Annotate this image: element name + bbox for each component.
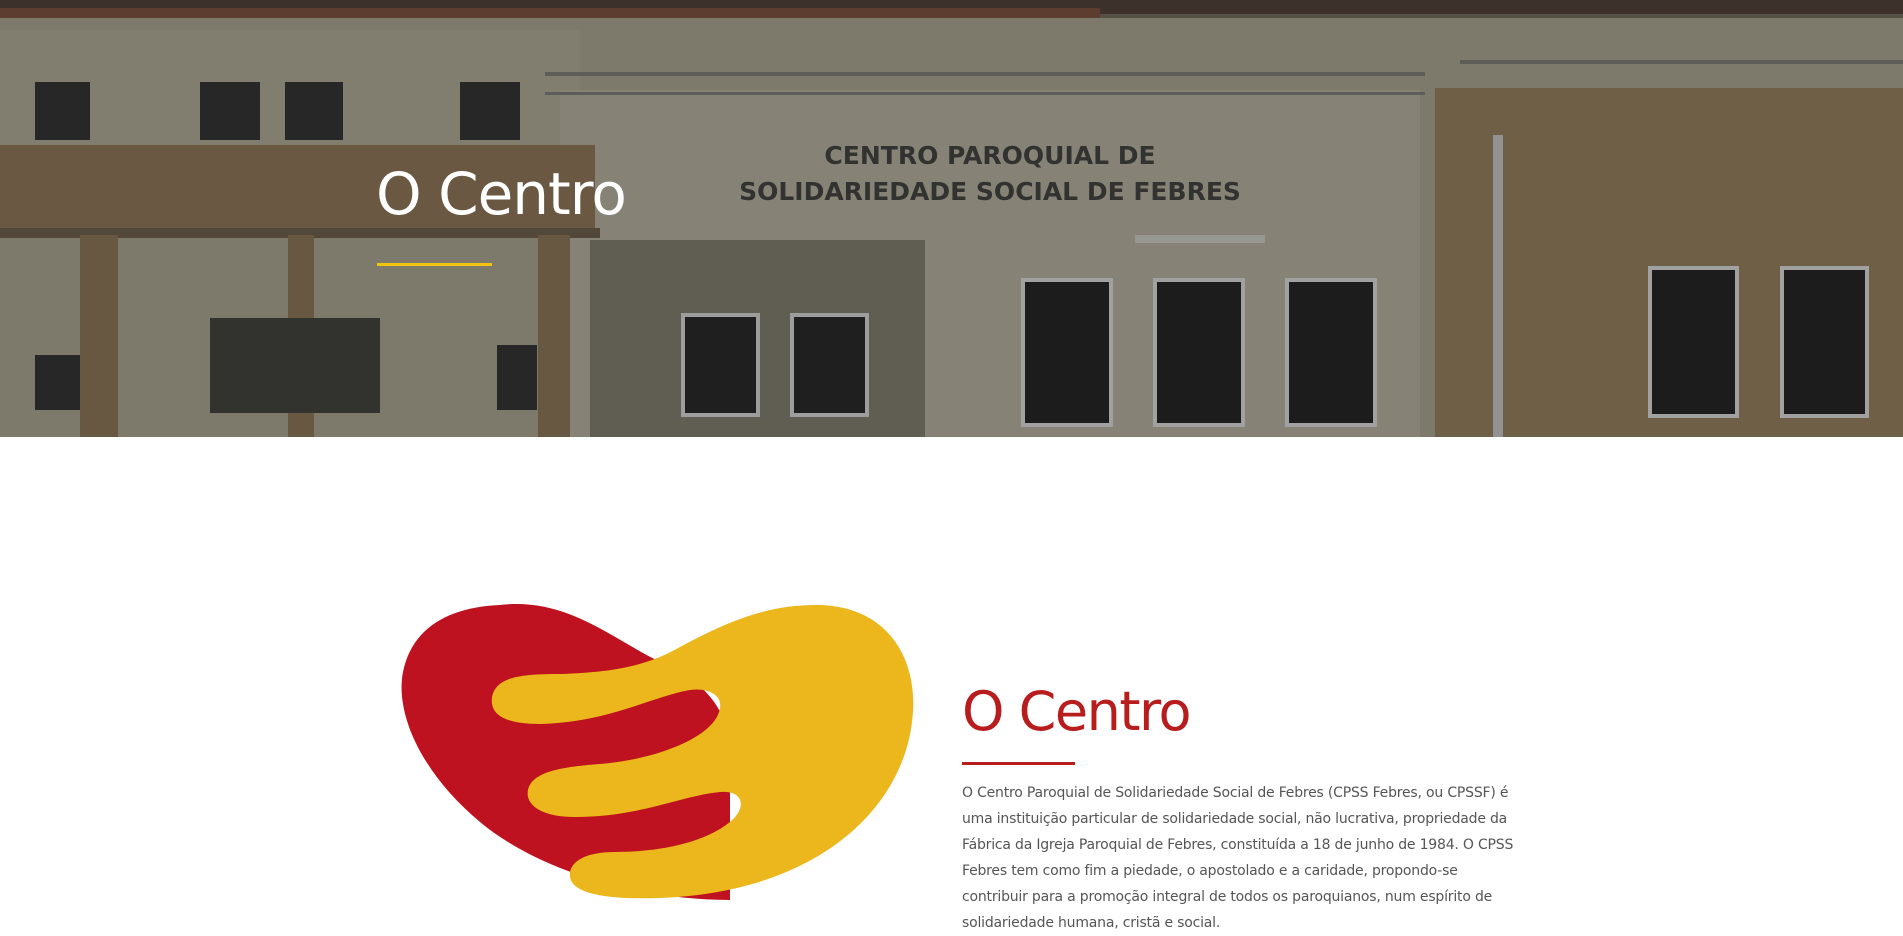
hero-title-underline — [377, 263, 492, 266]
section-title: O Centro — [962, 680, 1192, 743]
cpss-logo-icon — [401, 604, 914, 900]
hero-title: O Centro — [376, 160, 627, 228]
about-section: O Centro O Centro Paroquial de Solidarie… — [0, 437, 1903, 931]
hero-background-image: CENTRO PAROQUIAL DE SOLIDARIEDADE SOCIAL… — [0, 0, 1903, 437]
section-paragraph: O Centro Paroquial de Solidariedade Soci… — [962, 785, 1514, 931]
hero-banner: CENTRO PAROQUIAL DE SOLIDARIEDADE SOCIAL… — [0, 0, 1903, 437]
section-title-underline — [962, 762, 1075, 765]
